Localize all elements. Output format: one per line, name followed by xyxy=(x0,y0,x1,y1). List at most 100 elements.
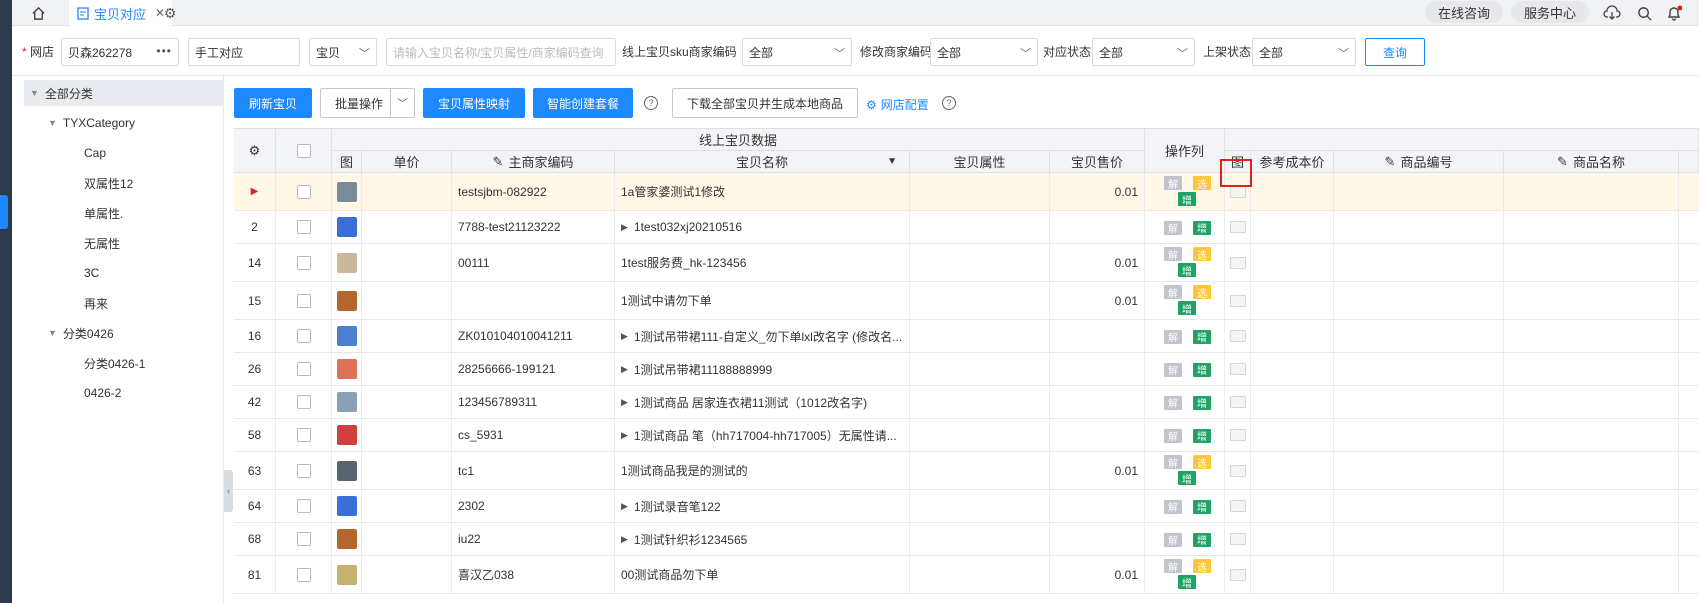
help-icon[interactable]: ? xyxy=(942,96,956,110)
row-checkbox[interactable] xyxy=(296,220,311,234)
row-checkbox[interactable] xyxy=(296,428,311,442)
row-thumb[interactable] xyxy=(332,490,362,522)
row-item-name[interactable]: ▶ 1测试吊带裙11188888999 xyxy=(615,353,910,385)
row-checkbox[interactable] xyxy=(296,184,311,199)
attr-mapping-button[interactable]: 宝贝属性映射 xyxy=(423,88,525,118)
type-select[interactable]: 宝贝 ﹀ xyxy=(309,38,377,66)
search-input[interactable]: 请输入宝贝名称/宝贝属性/商家编码查询 xyxy=(386,38,616,66)
row-thumb[interactable] xyxy=(332,419,362,451)
row-thumb[interactable] xyxy=(332,353,362,385)
product-thumbnail[interactable] xyxy=(336,564,357,585)
row-thumb[interactable] xyxy=(332,173,362,210)
unbind-tag[interactable]: 解 xyxy=(1164,532,1182,547)
row-select[interactable] xyxy=(276,244,332,281)
product-thumbnail[interactable] xyxy=(336,460,357,481)
row-thumb[interactable] xyxy=(332,211,362,243)
row-item-name[interactable]: 00测试商品勿下单 xyxy=(615,556,910,593)
unbind-tag[interactable]: 解 xyxy=(1164,247,1182,262)
table-row[interactable]: 26 28256666-199121 ▶ 1测试吊带裙11188888999 解增 xyxy=(234,353,1699,386)
tree-node-cat0426-1[interactable]: 分类0426-1 xyxy=(84,352,145,374)
smart-bundle-button[interactable]: 智能创建套餐 xyxy=(533,88,633,118)
row-select[interactable] xyxy=(276,282,332,319)
expand-caret-icon[interactable]: ▶ xyxy=(621,397,628,408)
table-row[interactable]: 42 123456789311 ▶ 1测试商品 居家连衣裙11测试（1012改名字) 解… xyxy=(234,386,1699,419)
row-checkbox[interactable] xyxy=(296,395,311,409)
table-row[interactable]: 58 cs_5931 ▶ 1测试商品 笔（hh717004-hh717005）无属性请… xyxy=(234,419,1699,452)
row-thumb[interactable] xyxy=(332,386,362,418)
add-tag[interactable]: 增 xyxy=(1193,220,1211,235)
expand-caret-icon[interactable]: ▶ xyxy=(621,501,628,512)
home-icon[interactable] xyxy=(28,3,48,23)
row-checkbox[interactable] xyxy=(296,255,311,270)
product-thumbnail[interactable] xyxy=(336,392,357,412)
tree-node-single-attr[interactable]: 单属性. xyxy=(84,202,123,224)
row-checkbox[interactable] xyxy=(296,293,311,308)
tab-item-mapping[interactable]: 宝贝对应 ✕ xyxy=(69,0,172,26)
row-select[interactable] xyxy=(276,452,332,489)
table-row[interactable]: 16 ZK010104010041211 ▶ 1测试吊带裙111-自定义_勿下单lxl… xyxy=(234,320,1699,353)
download-all-button[interactable]: 下载全部宝贝并生成本地商品 xyxy=(672,88,858,118)
header-item-name[interactable]: 宝贝名称 ▼ xyxy=(615,151,910,173)
product-thumbnail[interactable] xyxy=(336,252,357,273)
row-item-name[interactable]: ▶ 1测试吊带裙111-自定义_勿下单lxl改名字 (修改名... xyxy=(615,320,910,352)
row-checkbox[interactable] xyxy=(296,567,311,582)
tree-node-again[interactable]: 再来 xyxy=(84,292,108,314)
modify-code-select[interactable]: 全部 ﹀ xyxy=(930,38,1038,66)
sku-code-select[interactable]: 全部 ﹀ xyxy=(742,38,852,66)
service-center-button[interactable]: 服务中心 xyxy=(1511,1,1589,23)
expand-caret-icon[interactable]: ▶ xyxy=(621,430,628,441)
add-tag[interactable]: 增 xyxy=(1178,471,1196,486)
row-item-name[interactable]: ▶ 1测试录音笔122 xyxy=(615,490,910,522)
table-row[interactable]: 63 tc1 1测试商品我是的测试的 0.01 解选增 xyxy=(234,452,1699,490)
table-row[interactable]: 81 喜汉乙038 00测试商品勿下单 0.01 解选增 xyxy=(234,556,1699,594)
row-select[interactable] xyxy=(276,173,332,210)
select-tag[interactable]: 选 xyxy=(1193,285,1211,300)
tree-node-double-attr[interactable]: 双属性12 xyxy=(84,172,133,194)
query-button[interactable]: 查询 xyxy=(1365,38,1425,66)
add-tag[interactable]: 增 xyxy=(1193,428,1211,443)
match-status-select[interactable]: 全部 ﹀ xyxy=(1092,38,1195,66)
collapse-sidebar-handle[interactable]: ‹ xyxy=(224,470,233,512)
row-item-name[interactable]: ▶ 1测试针织衫1234565 xyxy=(615,523,910,555)
shop-config-link[interactable]: ⚙ 网店配置 xyxy=(866,96,929,113)
select-tag[interactable]: 选 xyxy=(1193,176,1211,191)
product-thumbnail[interactable] xyxy=(336,496,357,516)
add-tag[interactable]: 增 xyxy=(1193,329,1211,344)
batch-ops-dropdown[interactable]: 批量操作 ﹀ xyxy=(320,88,415,118)
row-select[interactable] xyxy=(276,211,332,243)
unbind-tag[interactable]: 解 xyxy=(1164,176,1182,191)
unbind-tag[interactable]: 解 xyxy=(1164,329,1182,344)
unbind-tag[interactable]: 解 xyxy=(1164,428,1182,443)
row-item-name[interactable]: 1测试中请勿下单 xyxy=(615,282,910,319)
expand-caret-icon[interactable]: ▶ xyxy=(621,364,628,375)
row-checkbox[interactable] xyxy=(296,329,311,343)
unbind-tag[interactable]: 解 xyxy=(1164,559,1182,574)
product-thumbnail[interactable] xyxy=(336,181,357,202)
row-thumb[interactable] xyxy=(332,523,362,555)
column-settings-icon[interactable]: ⚙ xyxy=(234,129,276,173)
add-tag[interactable]: 增 xyxy=(1178,301,1196,316)
tree-node-0426-2[interactable]: 0426-2 xyxy=(84,382,121,404)
shop-select[interactable]: 贝森262278 ••• xyxy=(61,38,179,66)
tree-node-tyxcategory[interactable]: ▼ TYXCategory xyxy=(48,112,135,134)
expand-caret-icon[interactable]: ▶ xyxy=(621,331,628,342)
product-thumbnail[interactable] xyxy=(336,217,357,237)
row-item-name[interactable]: 1test服务费_hk-123456 xyxy=(615,244,910,281)
refresh-items-button[interactable]: 刷新宝贝 xyxy=(234,88,312,118)
row-thumb[interactable] xyxy=(332,320,362,352)
unbind-tag[interactable]: 解 xyxy=(1164,499,1182,514)
product-thumbnail[interactable] xyxy=(336,529,357,549)
search-icon[interactable] xyxy=(1634,3,1654,23)
settings-icon[interactable]: ⚙ xyxy=(160,3,180,23)
table-row[interactable]: 68 iu22 ▶ 1测试针织衫1234565 解增 xyxy=(234,523,1699,556)
row-select[interactable] xyxy=(276,353,332,385)
expand-caret-icon[interactable]: ▶ xyxy=(621,222,628,233)
product-thumbnail[interactable] xyxy=(336,359,357,379)
tree-node-3c[interactable]: 3C xyxy=(84,262,99,284)
mode-input[interactable]: 手工对应 xyxy=(188,38,300,66)
add-tag[interactable]: 增 xyxy=(1193,362,1211,377)
row-thumb[interactable] xyxy=(332,452,362,489)
unbind-tag[interactable]: 解 xyxy=(1164,362,1182,377)
row-checkbox[interactable] xyxy=(296,532,311,546)
tree-node-cat0426[interactable]: ▼ 分类0426 xyxy=(48,322,114,344)
